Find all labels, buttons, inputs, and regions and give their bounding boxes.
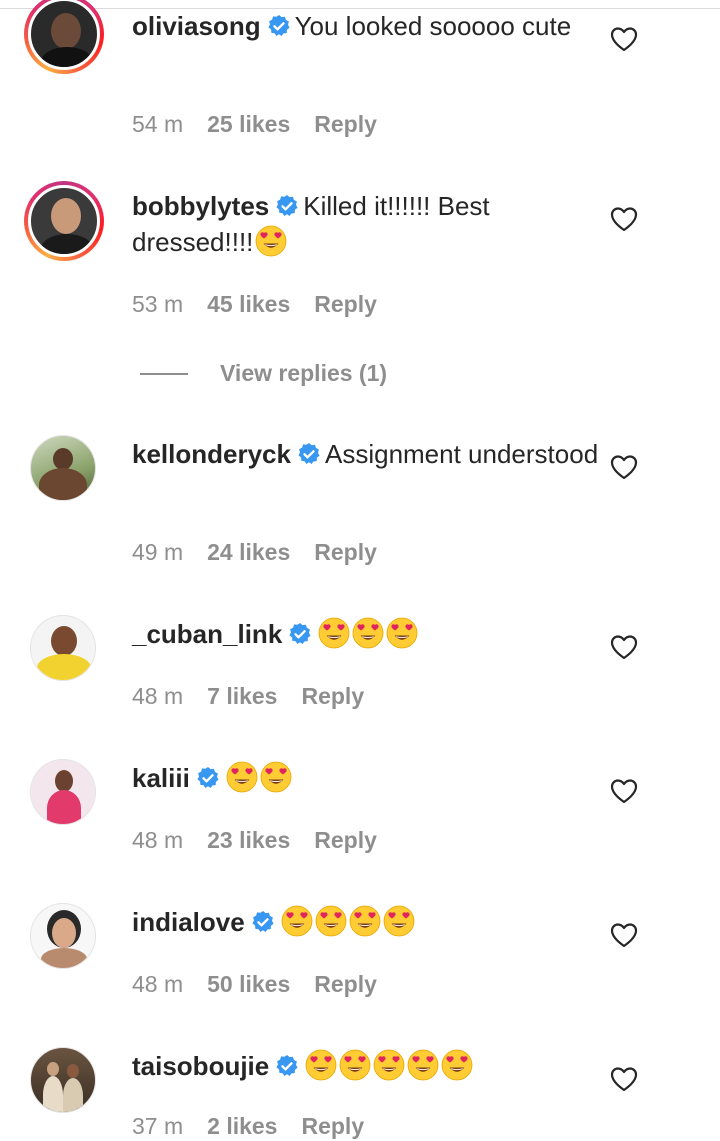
username-link[interactable]: indialove: [132, 907, 245, 937]
comment-text: taisoboujie: [132, 1048, 602, 1084]
heart-eyes-emoji: [407, 1049, 439, 1081]
comment-text: indialove: [132, 904, 602, 940]
username-link[interactable]: kellonderyck: [132, 439, 291, 469]
emoji-group: [253, 225, 287, 257]
verified-badge-icon: [252, 911, 274, 932]
comment-time: 48 m: [132, 971, 184, 997]
heart-eyes-emoji: [373, 1049, 405, 1081]
likes-count[interactable]: 45 likes: [207, 291, 290, 317]
heart-eyes-emoji: [315, 905, 347, 937]
username-link[interactable]: _cuban_link: [132, 619, 282, 649]
likes-count[interactable]: 2 likes: [207, 1113, 277, 1139]
emoji-group: [303, 1049, 473, 1081]
heart-outline-icon[interactable]: [610, 634, 638, 660]
reply-button[interactable]: Reply: [314, 827, 377, 853]
comment-meta: 48 m 7 likes Reply: [132, 681, 364, 711]
comment-time: 54 m: [132, 111, 184, 137]
reply-button[interactable]: Reply: [301, 683, 364, 709]
likes-count[interactable]: 50 likes: [207, 971, 290, 997]
heart-eyes-emoji: [386, 617, 418, 649]
comment-meta: 49 m 24 likes Reply: [132, 537, 377, 567]
replies-divider: [140, 373, 188, 375]
avatar[interactable]: [30, 435, 96, 501]
heart-outline-icon[interactable]: [610, 454, 638, 480]
avatar[interactable]: [30, 1047, 96, 1113]
reply-button[interactable]: Reply: [314, 971, 377, 997]
likes-count[interactable]: 23 likes: [207, 827, 290, 853]
avatar[interactable]: [30, 615, 96, 681]
heart-outline-icon[interactable]: [610, 778, 638, 804]
comment-meta: 37 m 2 likes Reply: [132, 1111, 364, 1141]
heart-eyes-emoji: [441, 1049, 473, 1081]
emoji-group: [224, 761, 292, 793]
heart-eyes-emoji: [349, 905, 381, 937]
heart-eyes-emoji: [318, 617, 350, 649]
username-link[interactable]: bobbylytes: [132, 191, 269, 221]
comment-body: Assignment understood: [324, 439, 599, 469]
heart-outline-icon[interactable]: [610, 206, 638, 232]
heart-eyes-emoji: [339, 1049, 371, 1081]
comment-time: 49 m: [132, 539, 184, 565]
avatar-story-ring[interactable]: [24, 181, 104, 261]
comment-time: 37 m: [132, 1113, 184, 1139]
heart-eyes-emoji: [260, 761, 292, 793]
comment-body: You looked sooooo cute: [294, 11, 572, 41]
comment-meta: 54 m 25 likes Reply: [132, 109, 377, 139]
comment-text: kellonderyck Assignment understood: [132, 436, 602, 472]
comment-time: 48 m: [132, 827, 184, 853]
username-link[interactable]: oliviasong: [132, 11, 261, 41]
avatar-story-ring[interactable]: [24, 0, 104, 74]
heart-eyes-emoji: [305, 1049, 337, 1081]
heart-eyes-emoji: [256, 225, 287, 257]
avatar[interactable]: [30, 759, 96, 825]
emoji-group: [279, 905, 415, 937]
heart-eyes-emoji: [352, 617, 384, 649]
heart-eyes-emoji: [383, 905, 415, 937]
comment-time: 53 m: [132, 291, 184, 317]
comment-text: bobbylytes Killed it!!!!!! Best dressed!!…: [132, 188, 602, 260]
verified-badge-icon: [268, 15, 290, 36]
comment-meta: 48 m 23 likes Reply: [132, 825, 377, 855]
heart-outline-icon[interactable]: [610, 1066, 638, 1092]
comment-text: _cuban_link: [132, 616, 602, 652]
username-link[interactable]: kaliii: [132, 763, 190, 793]
comment-time: 48 m: [132, 683, 184, 709]
heart-eyes-emoji: [281, 905, 313, 937]
verified-badge-icon: [289, 623, 311, 644]
view-replies-label[interactable]: View replies (1): [220, 358, 387, 388]
avatar[interactable]: [30, 903, 96, 969]
comment-meta: 48 m 50 likes Reply: [132, 969, 377, 999]
reply-button[interactable]: Reply: [314, 291, 377, 317]
heart-outline-icon[interactable]: [610, 26, 638, 52]
likes-count[interactable]: 7 likes: [207, 683, 277, 709]
comment-meta: 53 m 45 likes Reply: [132, 289, 377, 319]
verified-badge-icon: [276, 1055, 298, 1076]
reply-button[interactable]: Reply: [314, 539, 377, 565]
verified-badge-icon: [197, 767, 219, 788]
verified-badge-icon: [298, 443, 320, 464]
likes-count[interactable]: 25 likes: [207, 111, 290, 137]
heart-eyes-emoji: [226, 761, 258, 793]
likes-count[interactable]: 24 likes: [207, 539, 290, 565]
comment-text: kaliii: [132, 760, 602, 796]
emoji-group: [316, 617, 418, 649]
username-link[interactable]: taisoboujie: [132, 1051, 269, 1081]
reply-button[interactable]: Reply: [301, 1113, 364, 1139]
reply-button[interactable]: Reply: [314, 111, 377, 137]
heart-outline-icon[interactable]: [610, 922, 638, 948]
comment-text: oliviasong You looked sooooo cute: [132, 8, 602, 44]
verified-badge-icon: [276, 195, 298, 216]
